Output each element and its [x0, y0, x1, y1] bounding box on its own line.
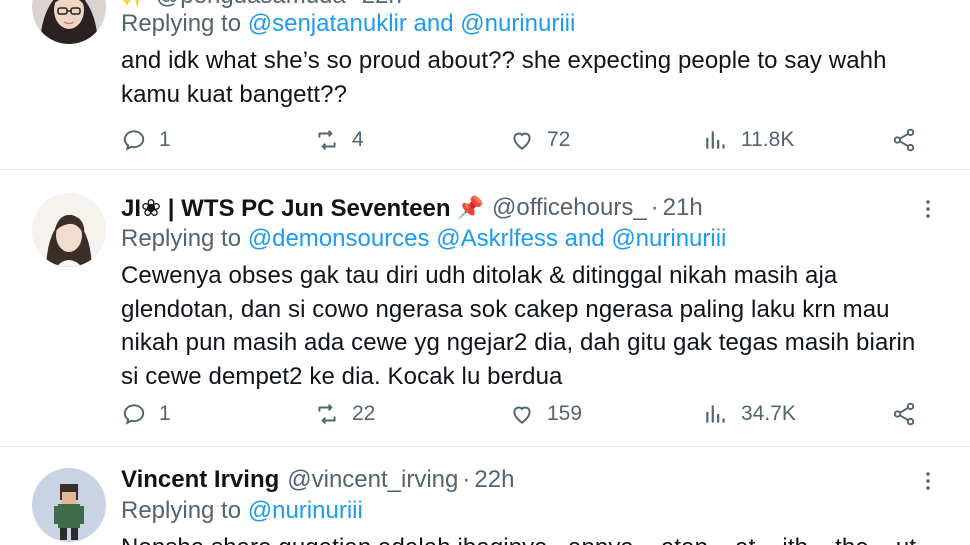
tweet-header: JI❀ | WTS PC Jun Seventeen 📌 @officehour…	[121, 194, 703, 223]
repost-button[interactable]: 22	[314, 401, 375, 427]
handle[interactable]: @penguasamuda	[156, 0, 346, 8]
share-button[interactable]	[891, 401, 929, 427]
mention-link[interactable]: @nurinuriii	[611, 225, 726, 252]
timestamp[interactable]: 21h	[663, 194, 703, 222]
avatar[interactable]	[32, 468, 106, 542]
tweet-header: ✨ @penguasamuda · 22h	[121, 0, 950, 8]
like-button[interactable]: 159	[509, 401, 582, 427]
like-count: 159	[547, 402, 583, 425]
display-name[interactable]: Vincent Irving	[121, 466, 279, 494]
sparkle-icon: ✨	[121, 0, 146, 8]
views-icon	[706, 405, 725, 423]
avatar[interactable]	[32, 0, 106, 44]
reply-button[interactable]: 1	[121, 401, 171, 427]
reply-count: 1	[159, 128, 171, 151]
tweet-header: Vincent Irving @vincent_irving · 22h	[121, 466, 515, 494]
like-button[interactable]: 72	[509, 127, 570, 153]
tweet-text: and idk what she’s so proud about?? she …	[121, 47, 887, 108]
more-icon[interactable]	[916, 469, 940, 493]
handle[interactable]: @officehours_	[492, 194, 647, 222]
mention-link[interactable]: @senjatanuklir	[248, 10, 407, 37]
tweet-text: Cewenya obses gak tau diri udh ditolak &…	[121, 262, 916, 390]
mention-link[interactable]: @demonsources	[248, 225, 430, 252]
tweet[interactable]: JI❀ | WTS PC Jun Seventeen 📌 @officehour…	[0, 170, 970, 447]
more-icon[interactable]	[916, 197, 940, 221]
share-button[interactable]	[891, 127, 929, 153]
display-name[interactable]: JI❀ | WTS PC Jun Seventeen	[121, 194, 451, 223]
repost-button[interactable]: 4	[314, 127, 364, 153]
repost-icon	[318, 130, 336, 150]
repost-icon	[318, 404, 336, 424]
pin-icon: 📌	[456, 195, 484, 220]
replying-to: Replying to @senjatanuklir and @nurinuri…	[121, 10, 576, 37]
mention-link[interactable]: @nurinuriii	[460, 10, 575, 37]
tweet[interactable]: ✨ @penguasamuda · 22h Replying to @senja…	[0, 0, 970, 170]
mention-link[interactable]: @Askrlfess	[436, 225, 558, 252]
like-icon	[513, 406, 531, 424]
like-icon	[513, 132, 531, 150]
timestamp[interactable]: 22h	[362, 0, 402, 8]
reply-count: 1	[159, 402, 171, 425]
action-bar: 1 22 159 34.7K	[121, 401, 950, 437]
mention-link[interactable]: @nurinuriii	[248, 497, 363, 524]
replying-to: Replying to @nurinuriii	[121, 497, 363, 524]
tweet[interactable]: Vincent Irving @vincent_irving · 22h Rep…	[0, 447, 970, 545]
views-count: 11.8K	[741, 128, 795, 151]
reply-icon	[123, 404, 145, 425]
views-button[interactable]: 34.7K	[703, 401, 796, 427]
tweet-text: Nonsha share gugatian adalah ibaginya...…	[121, 531, 936, 545]
reply-button[interactable]: 1	[121, 127, 171, 153]
like-count: 72	[547, 128, 571, 151]
reply-icon	[123, 130, 145, 151]
handle[interactable]: @vincent_irving	[287, 466, 458, 494]
views-count: 34.7K	[741, 402, 796, 425]
action-bar: 1 4 72 11.8K	[121, 127, 950, 163]
views-icon	[706, 131, 725, 149]
share-icon	[893, 128, 915, 152]
timestamp[interactable]: 22h	[474, 466, 514, 494]
views-button[interactable]: 11.8K	[703, 127, 794, 153]
repost-count: 22	[352, 402, 376, 425]
share-icon	[893, 402, 915, 426]
avatar[interactable]	[32, 193, 106, 267]
repost-count: 4	[352, 128, 364, 151]
replying-to: Replying to @demonsources @Askrlfess and…	[121, 225, 727, 252]
